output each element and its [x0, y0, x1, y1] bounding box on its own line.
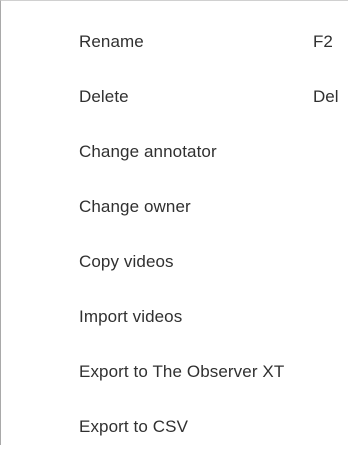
- menu-item-change-owner[interactable]: Change owner: [1, 185, 348, 229]
- menu-item-delete[interactable]: Delete Del: [1, 75, 348, 119]
- menu-item-label: Import videos: [79, 307, 183, 326]
- menu-item-export-observer-xt[interactable]: Export to The Observer XT: [1, 350, 348, 394]
- context-menu: Rename F2 Delete Del Change annotator Ch…: [0, 0, 348, 445]
- menu-item-export-csv[interactable]: Export to CSV: [1, 405, 348, 449]
- menu-item-label: Change annotator: [79, 142, 217, 161]
- menu-item-label: Export to CSV: [79, 417, 189, 436]
- menu-item-copy-videos[interactable]: Copy videos: [1, 240, 348, 284]
- menu-item-change-annotator[interactable]: Change annotator: [1, 130, 348, 174]
- menu-item-label: Export to The Observer XT: [79, 362, 285, 381]
- menu-item-shortcut: Del: [313, 87, 339, 106]
- menu-item-shortcut: F2: [313, 32, 333, 51]
- menu-item-rename[interactable]: Rename F2: [1, 20, 348, 64]
- menu-item-label: Copy videos: [79, 252, 174, 271]
- menu-item-label: Change owner: [79, 197, 191, 216]
- menu-item-import-videos[interactable]: Import videos: [1, 295, 348, 339]
- menu-item-label: Delete: [79, 87, 129, 106]
- menu-item-label: Rename: [79, 32, 144, 51]
